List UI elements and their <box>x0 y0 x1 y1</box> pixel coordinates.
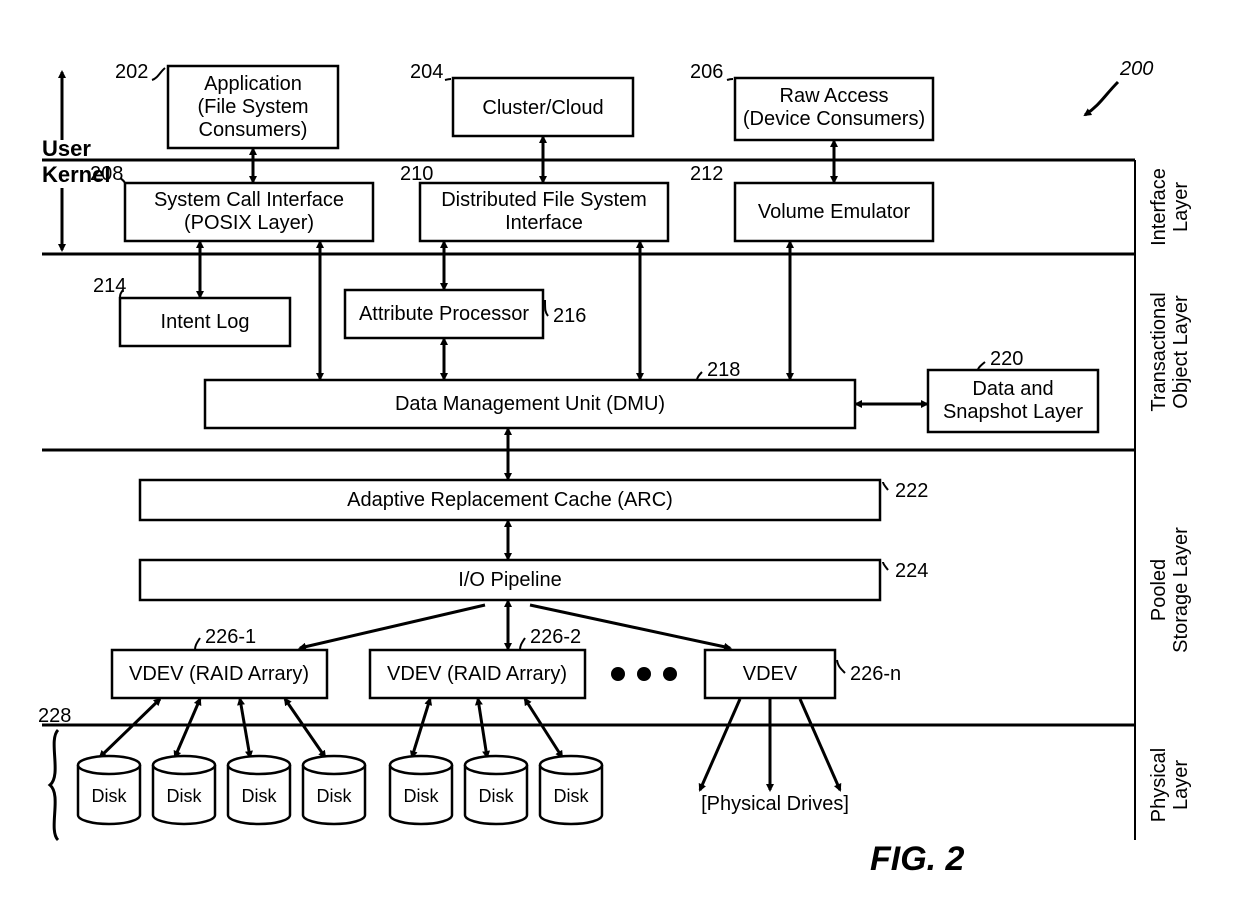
snapshot-box: Data and Snapshot Layer <box>928 370 1098 432</box>
disk-icon: Disk <box>228 756 290 824</box>
ref-224: 224 <box>895 560 928 582</box>
svg-text:Disk: Disk <box>554 786 590 806</box>
ref-226-1: 226-1 <box>205 626 256 648</box>
io-pipeline-box: I/O Pipeline <box>140 560 880 600</box>
figure-ref-arrow: 200 <box>1085 58 1153 115</box>
layer-phys: PhysicalLayer <box>1148 748 1192 822</box>
svg-text:Disk: Disk <box>242 786 278 806</box>
svg-text:Attribute Processor: Attribute Processor <box>359 303 529 325</box>
dfs-box: Distributed File System Interface <box>420 183 668 241</box>
svg-text:Cluster/Cloud: Cluster/Cloud <box>482 97 603 119</box>
disk-icon: Disk <box>78 756 140 824</box>
svg-text:Data Management Unit (DMU): Data Management Unit (DMU) <box>395 393 665 415</box>
vdevn-box: VDEV <box>705 650 835 698</box>
svg-text:Snapshot Layer: Snapshot Layer <box>943 401 1083 423</box>
figure-label: FIG. 2 <box>870 840 965 878</box>
svg-text:System Call Interface: System Call Interface <box>154 189 344 211</box>
svg-text:Disk: Disk <box>92 786 128 806</box>
svg-text:VDEV: VDEV <box>743 663 798 685</box>
vdev1-box: VDEV (RAID Arrary) <box>112 650 327 698</box>
ref-206: 206 <box>690 61 723 83</box>
svg-text:Consumers): Consumers) <box>199 119 308 141</box>
dmu-box: Data Management Unit (DMU) <box>205 380 855 428</box>
ref-226-2: 226-2 <box>530 626 581 648</box>
svg-text:Disk: Disk <box>167 786 203 806</box>
ref-202: 202 <box>115 61 148 83</box>
volume-emulator-box: Volume Emulator <box>735 183 933 241</box>
svg-text:Volume Emulator: Volume Emulator <box>758 201 911 223</box>
cluster-box: Cluster/Cloud <box>453 78 633 136</box>
svg-text:Adaptive Replacement Cache (AR: Adaptive Replacement Cache (ARC) <box>347 489 673 511</box>
svg-text:Raw Access: Raw Access <box>780 85 889 107</box>
ref-216: 216 <box>553 305 586 327</box>
ref-228: 228 <box>38 705 71 727</box>
svg-text:(POSIX Layer): (POSIX Layer) <box>184 212 314 234</box>
svg-text:Application: Application <box>204 73 302 95</box>
ref-222: 222 <box>895 480 928 502</box>
ellipsis-icon <box>611 667 677 681</box>
svg-text:Interface: Interface <box>505 212 583 234</box>
svg-text:I/O Pipeline: I/O Pipeline <box>458 569 561 591</box>
raw-access-box: Raw Access (Device Consumers) <box>735 78 933 140</box>
application-box: Application (File System Consumers) <box>168 66 338 148</box>
layer-trans: TransactionalObject Layer <box>1148 292 1192 411</box>
ref-210: 210 <box>400 163 433 185</box>
arc-box: Adaptive Replacement Cache (ARC) <box>140 480 880 520</box>
svg-text:VDEV (RAID Arrary): VDEV (RAID Arrary) <box>387 663 567 685</box>
disk-icon: Disk <box>303 756 365 824</box>
ref-226-n: 226-n <box>850 663 901 685</box>
ref-220: 220 <box>990 348 1023 370</box>
svg-text:(File System: (File System <box>197 96 308 118</box>
svg-text:Data and: Data and <box>972 378 1053 400</box>
disk-icon: Disk <box>540 756 602 824</box>
ref-204: 204 <box>410 61 443 83</box>
ref-208: 208 <box>90 163 123 185</box>
user-label: User <box>42 136 91 161</box>
disk-icon: Disk <box>465 756 527 824</box>
disk-icon: Disk <box>390 756 452 824</box>
syscall-box: System Call Interface (POSIX Layer) <box>125 183 373 241</box>
svg-text:Distributed File System: Distributed File System <box>441 189 647 211</box>
disk-icon: Disk <box>153 756 215 824</box>
ref-218: 218 <box>707 359 740 381</box>
svg-text:VDEV (RAID Arrary): VDEV (RAID Arrary) <box>129 663 309 685</box>
vdev2-box: VDEV (RAID Arrary) <box>370 650 585 698</box>
svg-text:(Device Consumers): (Device Consumers) <box>743 108 925 130</box>
svg-text:Intent Log: Intent Log <box>161 311 250 333</box>
svg-text:Disk: Disk <box>404 786 440 806</box>
layer-pooled: PooledStorage Layer <box>1148 527 1192 653</box>
layer-interface: InterfaceLayer <box>1148 168 1192 246</box>
ref-212: 212 <box>690 163 723 185</box>
attribute-processor-box: Attribute Processor <box>345 290 543 338</box>
physical-drives-label: [Physical Drives] <box>701 793 849 815</box>
svg-text:Disk: Disk <box>317 786 353 806</box>
intent-log-box: Intent Log <box>120 298 290 346</box>
svg-text:Disk: Disk <box>479 786 515 806</box>
svg-text:200: 200 <box>1119 58 1153 80</box>
